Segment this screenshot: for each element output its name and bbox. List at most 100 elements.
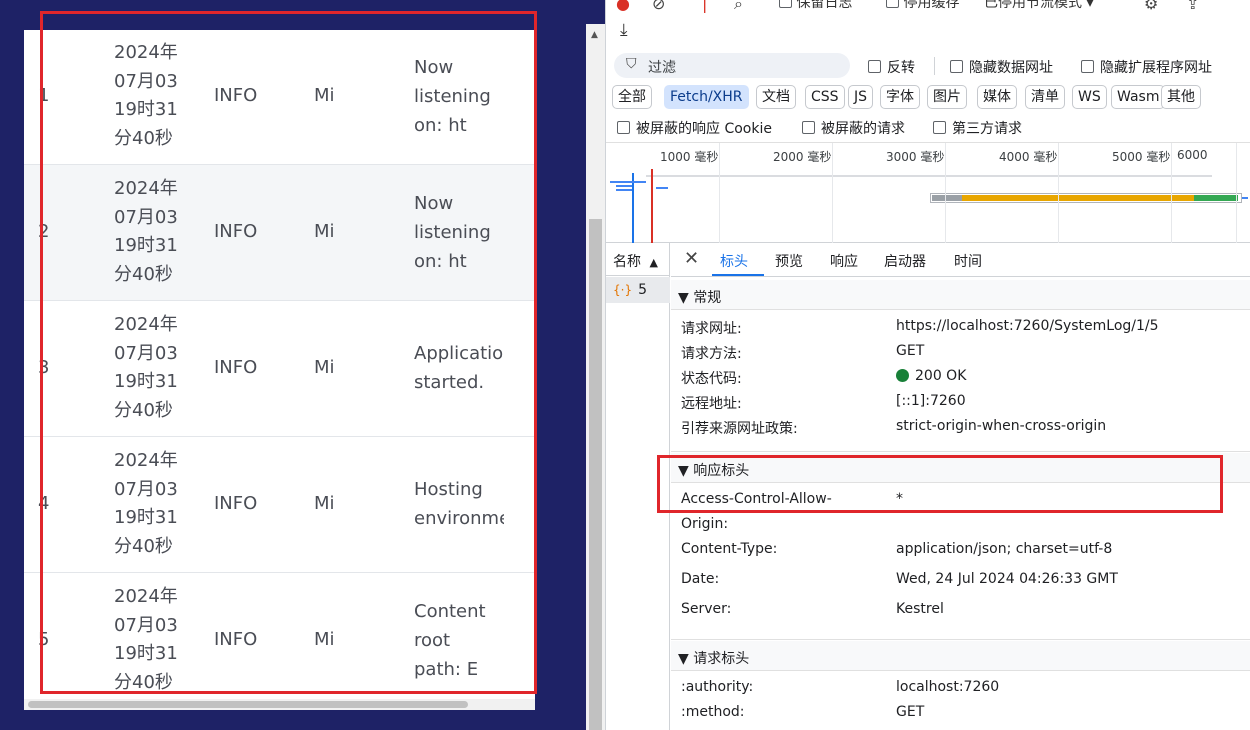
tab-headers[interactable]: 标头 [720, 251, 748, 271]
page-vertical-scrollbar[interactable]: ▲ [586, 24, 605, 730]
record-stop-icon[interactable]: ● [616, 0, 630, 13]
filter-input[interactable]: ⛉ 过滤 [614, 53, 850, 78]
timing-queue-segment [932, 195, 962, 201]
type-filter-button[interactable]: 图片 [927, 85, 967, 109]
timeline-tick-label: 4000 毫秒 [999, 150, 1058, 164]
request-headers-section-header[interactable]: ▼ 请求标头 [671, 641, 1250, 670]
sort-ascending-icon[interactable]: ▲ [649, 256, 657, 269]
preserve-log-option[interactable]: 保留日志 [779, 0, 852, 12]
type-filter-button[interactable]: 全部 [612, 85, 652, 109]
hide-data-urls-checkbox[interactable] [950, 60, 963, 73]
type-filter-button[interactable]: 文档 [756, 85, 796, 109]
timeline-request-bar [616, 185, 632, 187]
page-scrollbar-thumb[interactable] [589, 219, 602, 730]
close-details-icon[interactable]: ✕ [684, 248, 699, 269]
request-method-value: GET [896, 343, 925, 359]
status-ok-icon [896, 369, 909, 382]
acao-header-label-cont: Origin: [681, 516, 729, 532]
timeline-request-bar [616, 189, 632, 191]
network-overview-timeline[interactable]: 1000 毫秒 2000 毫秒 3000 毫秒 4000 毫秒 5000 毫秒 6000 [606, 142, 1250, 243]
timeline-tick-label: 2000 毫秒 [773, 150, 832, 164]
remote-address-label: 远程地址: [681, 396, 742, 412]
hide-extension-urls-option[interactable]: 隐藏扩展程序网址 [1081, 57, 1212, 77]
disable-cache-checkbox[interactable] [886, 0, 899, 8]
section-divider [671, 670, 1250, 671]
type-filter-button[interactable]: 字体 [880, 85, 920, 109]
authority-header-value: localhost:7260 [896, 679, 1000, 695]
hide-data-urls-option[interactable]: 隐藏数据网址 [950, 57, 1053, 77]
selected-request-timing-bar [930, 193, 1242, 203]
invert-option[interactable]: 反转 [868, 57, 915, 77]
type-filter-button[interactable]: Fetch/XHR [664, 85, 749, 109]
blocked-requests-option[interactable]: 被屏蔽的请求 [802, 118, 905, 138]
xhr-request-icon: {·} [613, 283, 633, 297]
timeline-gridline [832, 143, 833, 243]
type-filter-button[interactable]: JS [848, 85, 874, 109]
general-section-header[interactable]: ▼ 常规 [671, 280, 1250, 309]
status-code-label: 状态代码: [681, 371, 742, 387]
toolbar-divider [934, 57, 935, 75]
table-scrollbar-thumb[interactable] [28, 701, 468, 708]
timeline-tick-label: 6000 [1177, 148, 1208, 162]
network-toolbar: ● ⊘ | ⌕ 保留日志 停用缓存 已停用节流模式 ▾ ⚙ ⇪ [606, 0, 1250, 14]
blocked-cookies-checkbox[interactable] [617, 121, 630, 134]
referrer-policy-value: strict-origin-when-cross-origin [896, 418, 1107, 434]
blocked-requests-checkbox[interactable] [802, 121, 815, 134]
date-header-label: Date: [681, 571, 720, 587]
section-divider [671, 639, 1250, 640]
preserve-log-checkbox[interactable] [779, 0, 792, 8]
devtools-network-panel: ● ⊘ | ⌕ 保留日志 停用缓存 已停用节流模式 ▾ ⚙ ⇪ ⤓ ⛉ 过滤 反… [605, 0, 1250, 730]
timeline-request-bar [610, 181, 646, 183]
load-event-marker [651, 169, 653, 243]
timeline-tick-label: 5000 毫秒 [1112, 150, 1171, 164]
search-icon[interactable]: ⌕ [734, 0, 743, 14]
tab-initiator[interactable]: 启动器 [884, 251, 926, 271]
blocked-response-cookies-option[interactable]: 被屏蔽的响应 Cookie [617, 118, 772, 138]
type-filter-button[interactable]: 其他 [1161, 85, 1201, 109]
network-settings-gear-icon[interactable]: ⚙ [1144, 0, 1158, 13]
invert-checkbox[interactable] [868, 60, 881, 73]
filter-placeholder: 过滤 [648, 60, 676, 76]
server-header-label: Server: [681, 601, 732, 617]
request-row[interactable]: {·} 5 [606, 277, 670, 303]
filter-funnel-icon[interactable]: | [702, 0, 707, 13]
timeline-request-bar [656, 187, 668, 189]
timeline-gridline [945, 143, 946, 243]
request-url-label: 请求网址: [681, 321, 742, 337]
tab-response[interactable]: 响应 [830, 251, 858, 271]
hide-extension-urls-checkbox[interactable] [1081, 60, 1094, 73]
annotation-highlight-box-table [40, 11, 537, 694]
method-header-label: :method: [681, 704, 745, 720]
active-tab-indicator [712, 274, 764, 276]
type-filter-button[interactable]: Wasm [1111, 85, 1166, 109]
export-har-download-icon[interactable]: ⤓ [620, 20, 628, 40]
remote-address-value: [::1]:7260 [896, 393, 966, 409]
timing-download-segment [1194, 195, 1238, 201]
annotation-highlight-box-cors-header [657, 455, 1223, 513]
authority-header-label: :authority: [681, 679, 754, 695]
type-filter-button[interactable]: WS [1072, 85, 1107, 109]
dom-content-loaded-marker [632, 173, 634, 243]
request-detail-tabs: ✕ 标头 预览 响应 启动器 时间 [671, 243, 1250, 277]
table-horizontal-scrollbar[interactable] [24, 699, 535, 710]
section-divider [671, 451, 1250, 452]
tab-timing[interactable]: 时间 [954, 251, 982, 271]
tab-preview[interactable]: 预览 [775, 251, 803, 271]
timeline-baseline [646, 175, 1212, 177]
clear-icon[interactable]: ⊘ [652, 0, 665, 13]
import-har-icon[interactable]: ⇪ [1186, 0, 1199, 13]
timing-waiting-segment [962, 195, 1194, 201]
timeline-tick-label: 1000 毫秒 [660, 150, 719, 164]
throttling-select[interactable]: 已停用节流模式 ▾ [984, 0, 1093, 12]
third-party-checkbox[interactable] [933, 121, 946, 134]
name-column-header[interactable]: 名称 ▲ [606, 243, 670, 276]
disable-cache-option[interactable]: 停用缓存 [886, 0, 959, 12]
content-type-label: Content-Type: [681, 541, 778, 557]
server-header-value: Kestrel [896, 601, 944, 617]
type-filter-button[interactable]: 媒体 [977, 85, 1017, 109]
third-party-requests-option[interactable]: 第三方请求 [933, 118, 1022, 138]
filter-funnel-icon: ⛉ [626, 56, 637, 72]
scroll-up-arrow-icon[interactable]: ▲ [591, 30, 598, 40]
type-filter-button[interactable]: 清单 [1025, 85, 1065, 109]
type-filter-button[interactable]: CSS [805, 85, 845, 109]
